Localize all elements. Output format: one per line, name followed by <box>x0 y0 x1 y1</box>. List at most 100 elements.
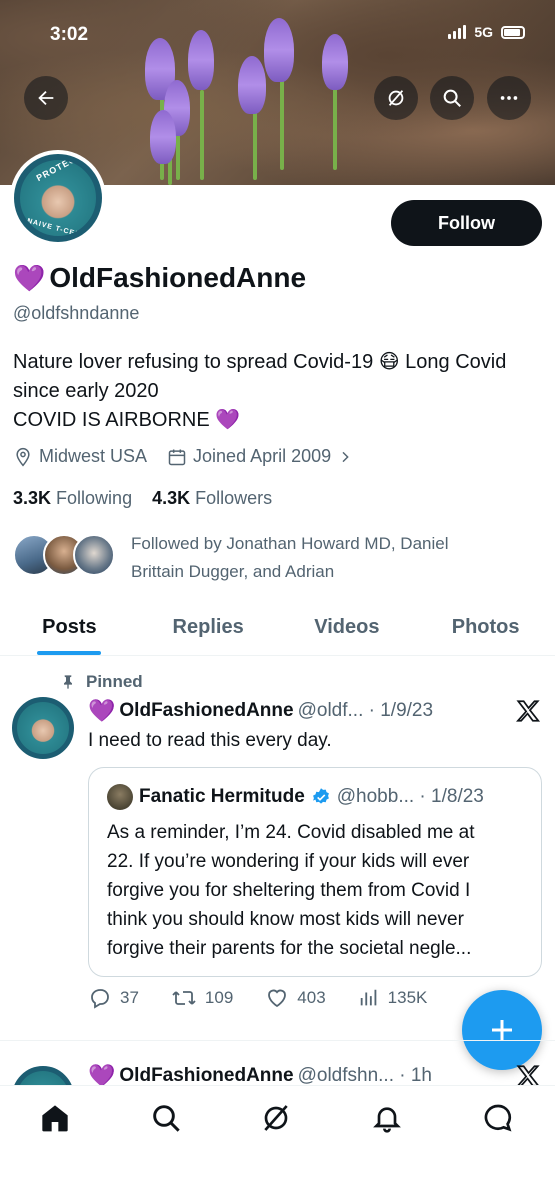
battery-icon <box>501 25 525 39</box>
display-name-text: OldFashionedAnne <box>49 262 307 293</box>
nav-home[interactable] <box>37 1100 73 1136</box>
quote-line: 22. If you’re wondering if your kids wil… <box>107 851 470 872</box>
pinned-indicator: Pinned <box>60 672 143 692</box>
following-count: 3.3K <box>13 488 52 508</box>
views-count: 135K <box>387 988 428 1007</box>
tab-replies[interactable]: Replies <box>139 600 278 655</box>
next-post-author[interactable]: OldFashionedAnne <box>119 1065 293 1085</box>
grok-icon <box>264 1105 288 1131</box>
more-icon <box>500 96 518 100</box>
status-bar: 3:02 5G <box>0 0 555 70</box>
reply-button[interactable]: 37 <box>88 986 139 1010</box>
bio-line: COVID IS AIRBORNE 💜 <box>13 409 241 431</box>
repost-button[interactable]: 109 <box>171 986 233 1010</box>
quote-line: As a reminder, I’m 24. Covid disabled me… <box>107 822 475 843</box>
pin-icon <box>64 675 72 689</box>
followers-count: 4.3K <box>152 488 191 508</box>
joined-date[interactable]: Joined April 2009 <box>167 446 353 467</box>
display-name: 💜 OldFashionedAnne <box>13 262 306 294</box>
nav-messages[interactable] <box>480 1100 516 1136</box>
reply-count: 37 <box>120 988 139 1007</box>
x-logo-button[interactable] <box>515 698 541 729</box>
followed-by[interactable]: Followed by Jonathan Howard MD, Daniel B… <box>13 530 501 586</box>
quote-line: forgive their parents for the societal n… <box>107 938 472 959</box>
next-post-header: 💜 OldFashionedAnne @oldfshn... · 1h <box>88 1063 432 1086</box>
reply-icon <box>91 989 109 1009</box>
pinned-label: Pinned <box>86 672 143 691</box>
next-post-avatar[interactable] <box>12 1066 74 1085</box>
quote-header: Fanatic Hermitude @hobb... · 1/8/23 <box>107 784 523 810</box>
follow-button[interactable]: Follow <box>391 200 542 246</box>
back-arrow-icon <box>38 90 54 106</box>
grok-button[interactable] <box>374 76 418 120</box>
tab-posts[interactable]: Posts <box>0 600 139 655</box>
tab-photos[interactable]: Photos <box>416 600 555 655</box>
following-link[interactable]: 3.3K Following <box>13 488 132 509</box>
purple-heart-emoji: 💜 <box>88 698 116 723</box>
post-author-avatar[interactable] <box>12 697 74 759</box>
profile-meta: Midwest USA Joined April 2009 <box>13 446 353 467</box>
quote-author-avatar <box>107 784 133 810</box>
tab-videos[interactable]: Videos <box>278 600 417 655</box>
search-icon <box>443 89 461 107</box>
followed-by-line: Brittain Dugger, and Adrian <box>131 562 335 581</box>
location: Midwest USA <box>13 446 147 467</box>
bio-line: Nature lover refusing to spread Covid-19… <box>13 351 507 373</box>
x-logo-icon <box>516 700 541 722</box>
post-text: I need to read this every day. <box>88 730 332 751</box>
repost-count: 109 <box>204 988 234 1007</box>
home-icon <box>42 1105 68 1132</box>
messages-icon <box>484 1104 512 1132</box>
post-header: 💜 OldFashionedAnne @oldf... · 1/9/23 <box>88 700 433 722</box>
nav-search[interactable] <box>148 1100 184 1136</box>
more-button[interactable] <box>487 76 531 120</box>
avatar <box>73 534 115 576</box>
nav-grok[interactable] <box>258 1100 294 1136</box>
views-button[interactable]: 135K <box>358 987 428 1009</box>
profile-bio: Nature lover refusing to spread Covid-19… <box>13 348 548 435</box>
search-button[interactable] <box>430 76 474 120</box>
x-logo-icon <box>516 1065 540 1085</box>
followers-link[interactable]: 4.3K Followers <box>152 488 272 509</box>
repost-icon <box>172 991 196 1005</box>
profile-handle: @oldfshndanne <box>13 303 140 323</box>
followed-by-text: Followed by Jonathan Howard MD, Daniel B… <box>131 530 501 586</box>
like-icon <box>268 989 287 1008</box>
quote-handle-date: @hobb... · 1/8/23 <box>336 786 484 807</box>
profile-avatar[interactable]: PROTECT NAIVE T-CELLS <box>10 150 106 246</box>
nav-notifications[interactable] <box>369 1100 405 1136</box>
quote-author-name: Fanatic Hermitude <box>139 786 305 807</box>
next-post[interactable]: 💜 OldFashionedAnne @oldfshn... · 1h <box>0 1041 555 1085</box>
banner-flower <box>150 110 176 164</box>
back-button[interactable] <box>24 76 68 120</box>
notifications-icon <box>373 1107 401 1133</box>
post-author-name[interactable]: OldFashionedAnne <box>119 700 293 722</box>
network-label: 5G <box>474 24 493 40</box>
quote-line: forgive you for sheltering them from Cov… <box>107 880 471 901</box>
like-count: 403 <box>297 988 326 1007</box>
verified-badge-icon <box>312 788 329 804</box>
quote-line: think you should know most kids will nev… <box>107 909 464 930</box>
purple-heart-emoji: 💜 <box>13 263 46 293</box>
bio-line: since early 2020 <box>13 380 159 402</box>
profile-tabs: Posts Replies Videos Photos <box>0 600 555 656</box>
followed-by-line: Followed by Jonathan Howard MD, Daniel <box>131 534 449 553</box>
purple-heart-emoji: 💜 <box>88 1063 116 1086</box>
signal-icon <box>448 25 467 39</box>
avatar-ring-top-text: PROTECT <box>34 154 84 184</box>
status-time: 3:02 <box>50 24 89 45</box>
followed-by-avatars <box>13 530 123 578</box>
calendar-icon <box>168 449 186 465</box>
avatar-ring-bottom-text: NAIVE T-CELLS <box>26 217 92 242</box>
search-icon <box>153 1105 180 1132</box>
post-handle-date: @oldf... · 1/9/23 <box>297 700 434 721</box>
banner-flower-stem <box>200 90 204 180</box>
joined-text: Joined April 2009 <box>193 446 332 466</box>
grok-icon <box>388 90 404 106</box>
views-icon <box>360 989 377 1006</box>
next-post-x-logo[interactable] <box>515 1063 541 1085</box>
status-indicators: 5G <box>448 24 525 40</box>
like-button[interactable]: 403 <box>265 986 326 1010</box>
location-text: Midwest USA <box>39 446 148 466</box>
quoted-post[interactable]: Fanatic Hermitude @hobb... · 1/8/23 As a… <box>88 767 542 977</box>
